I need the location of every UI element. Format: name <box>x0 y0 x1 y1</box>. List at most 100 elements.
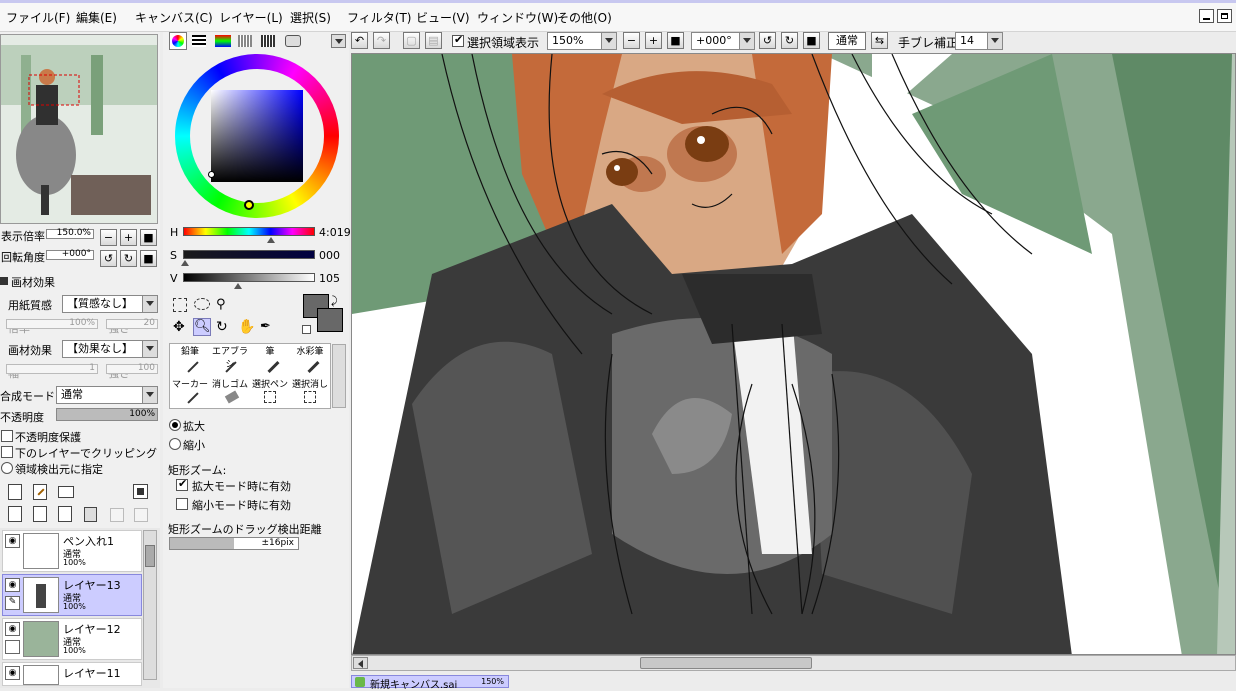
toolbar-rotate-right-button[interactable]: ↻ <box>781 32 798 49</box>
new-layer-icon[interactable] <box>8 484 22 500</box>
angle-select[interactable]: +000° <box>691 32 755 50</box>
stabilizer-select[interactable]: 14 <box>955 32 1003 50</box>
rotate-right-button[interactable]: ↻ <box>120 250 137 267</box>
eye-icon[interactable]: ◉ <box>5 666 20 680</box>
menu-edit[interactable]: 編集(E) <box>76 9 117 26</box>
strength-slider[interactable]: 20 <box>106 318 158 329</box>
toolbar-rotate-reset-button[interactable]: ■ <box>803 32 820 49</box>
rect-select-icon[interactable] <box>173 298 187 312</box>
scroll-thumb[interactable] <box>145 545 155 567</box>
toolbar-rotate-left-button[interactable]: ↺ <box>759 32 776 49</box>
strength2-slider[interactable]: 100 <box>106 363 158 374</box>
toolbar-zoom-out-button[interactable]: − <box>623 32 640 49</box>
rotate-tool-icon[interactable]: ↻ <box>216 320 232 336</box>
scale-slider[interactable]: 100% <box>6 318 98 329</box>
shrink-radio[interactable] <box>169 438 181 450</box>
rect-enlarge-checkbox[interactable]: ✔ <box>176 478 188 491</box>
show-selection-checkbox[interactable]: ✔ <box>452 34 464 47</box>
paper-texture-select[interactable]: 【質感なし】 <box>62 295 158 313</box>
transparent-color-icon[interactable] <box>302 325 311 334</box>
transfer-down-icon[interactable] <box>8 506 22 522</box>
toolbar-zoom-reset-button[interactable]: ■ <box>667 32 684 49</box>
sv-square[interactable] <box>211 90 303 182</box>
rotate-left-button[interactable]: ↺ <box>100 250 117 267</box>
hand-icon[interactable]: ✋ <box>238 320 255 336</box>
menu-layer[interactable]: レイヤー(L) <box>219 9 283 26</box>
mixer-tab-icon[interactable] <box>238 35 252 47</box>
width-slider[interactable]: 1 <box>6 363 98 374</box>
tool-scrollbar[interactable] <box>332 344 346 408</box>
merge-down-icon[interactable] <box>33 506 47 522</box>
menu-select[interactable]: 選択(S) <box>290 9 331 26</box>
source-radio[interactable] <box>1 462 13 474</box>
eye-icon[interactable]: ◉ <box>5 622 20 636</box>
menu-view[interactable]: ビュー(V) <box>416 9 470 26</box>
scroll-left-icon[interactable] <box>353 657 368 669</box>
drawing-canvas[interactable] <box>351 53 1236 655</box>
rgb-slider-tab-icon[interactable] <box>192 35 206 47</box>
rotate-slider[interactable]: +000° <box>46 249 94 260</box>
section-collapse-icon[interactable] <box>0 277 8 285</box>
clear-layer-icon[interactable] <box>58 506 72 522</box>
swatches-tab-icon[interactable] <box>261 35 275 47</box>
tool-eraser[interactable]: 消しゴム <box>210 377 250 409</box>
menu-file[interactable]: ファイル(F) <box>6 9 70 26</box>
menu-canvas[interactable]: キャンバス(C) <box>135 9 213 26</box>
eye-icon[interactable]: ◉ <box>5 534 20 548</box>
tool-airbrush[interactable]: エアブラシ <box>210 344 250 376</box>
menu-window[interactable]: ウィンドウ(W) <box>477 9 558 26</box>
menu-other[interactable]: その他(O) <box>557 9 612 26</box>
effect-select[interactable]: 【効果なし】 <box>62 340 158 358</box>
rect-shrink-checkbox[interactable] <box>176 498 188 510</box>
invert-selection-icon[interactable]: ▤ <box>425 32 442 49</box>
zoom-reset-button[interactable]: ■ <box>140 229 157 246</box>
undo-icon[interactable]: ↶ <box>351 32 368 49</box>
swap-colors-icon[interactable]: ⤸ <box>331 294 338 308</box>
view-mode-button[interactable]: 通常 <box>828 32 866 50</box>
hsv-slider-tab-icon[interactable] <box>215 35 231 47</box>
zoom-slider[interactable]: 150.0% <box>46 228 94 239</box>
lock-slot[interactable] <box>5 640 20 654</box>
enlarge-radio[interactable] <box>169 419 181 431</box>
eyedropper-icon[interactable]: ✒ <box>260 320 276 336</box>
tool-brush[interactable]: 筆 <box>250 344 290 376</box>
hscroll-thumb[interactable] <box>640 657 812 669</box>
flip-icon[interactable]: ⇆ <box>871 32 888 49</box>
tool-select-eraser[interactable]: 選択消し <box>290 377 330 409</box>
minimize-button[interactable] <box>1199 9 1214 23</box>
layer-scrollbar[interactable] <box>143 530 157 680</box>
saturation-slider[interactable] <box>183 250 315 259</box>
toolbar-zoom-in-button[interactable]: + <box>645 32 662 49</box>
zoom-select[interactable]: 150% <box>547 32 617 50</box>
value-slider[interactable] <box>183 273 315 282</box>
move-icon[interactable]: ✥ <box>173 320 189 336</box>
tool-watercolor[interactable]: 水彩筆 <box>290 344 330 376</box>
clipping-checkbox[interactable] <box>1 446 13 458</box>
new-folder-icon[interactable] <box>58 486 74 498</box>
zoom-tool-icon[interactable]: 🔍︎ <box>193 318 211 336</box>
zoom-in-button[interactable]: + <box>120 229 137 246</box>
layer-row[interactable]: ◉ ペン入れ1 通常 100% <box>2 530 142 572</box>
deselect-icon[interactable]: ▢ <box>403 32 420 49</box>
canvas-hscrollbar[interactable] <box>351 655 1236 671</box>
layer-row[interactable]: ◉ レイヤー12 通常 100% <box>2 618 142 660</box>
panel-menu-button[interactable] <box>331 34 346 48</box>
opacity-slider[interactable]: 100% <box>56 408 158 421</box>
color-wheel[interactable] <box>175 54 339 218</box>
document-tab[interactable]: 新規キャンバス.sai 150% <box>351 675 509 691</box>
tool-pencil[interactable]: 鉛筆 <box>170 344 210 376</box>
menu-filter[interactable]: フィルタ(T) <box>347 9 411 26</box>
drag-distance-slider[interactable]: ±16pix <box>169 537 299 550</box>
selection-to-layer-icon[interactable] <box>134 508 148 522</box>
hue-slider[interactable] <box>183 227 315 236</box>
color-wheel-tab-icon[interactable] <box>169 32 187 50</box>
lasso-icon[interactable] <box>194 298 210 310</box>
redo-icon[interactable]: ↷ <box>373 32 390 49</box>
navigator-preview[interactable] <box>0 34 158 224</box>
restore-button[interactable] <box>1217 9 1232 23</box>
tool-marker[interactable]: マーカー <box>170 377 210 409</box>
layer-mask-icon[interactable] <box>133 484 148 499</box>
secondary-color-swatch[interactable] <box>317 308 343 332</box>
protect-opacity-checkbox[interactable] <box>1 430 13 442</box>
blend-mode-select[interactable]: 通常 <box>56 386 158 404</box>
